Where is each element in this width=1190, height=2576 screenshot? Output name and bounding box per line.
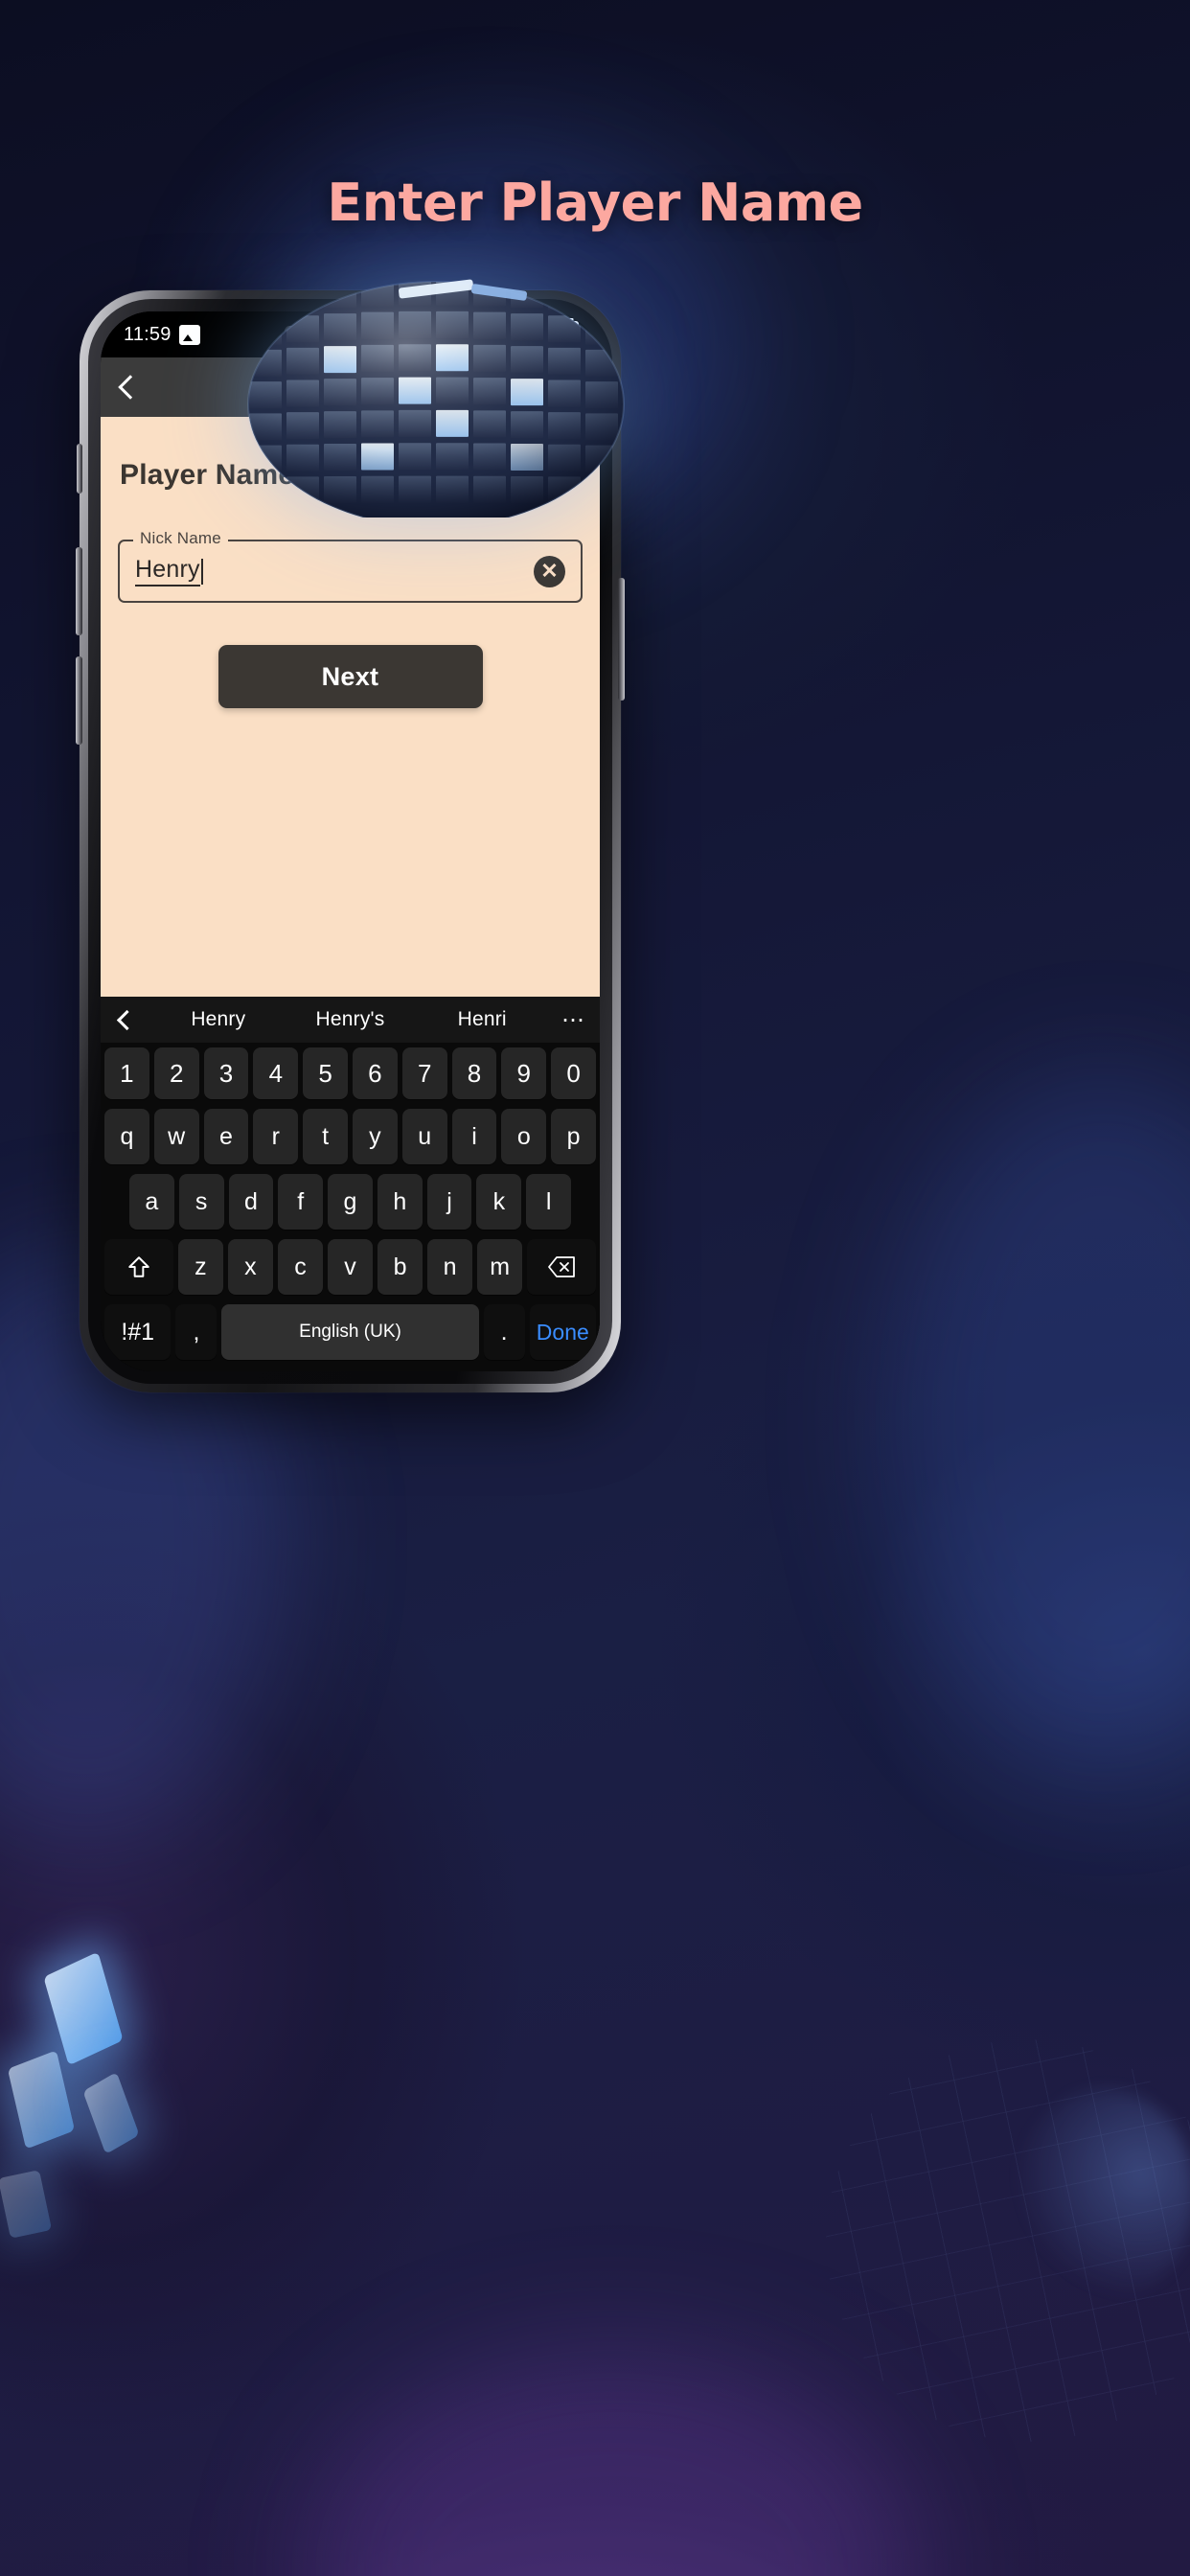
key-n[interactable]: n (427, 1239, 473, 1295)
period-key[interactable]: . (483, 1304, 525, 1360)
key-w[interactable]: w (153, 1109, 199, 1164)
suggestion-bar: Henry Henry's Henri ⋯ (101, 997, 600, 1043)
backspace-key[interactable] (527, 1239, 596, 1295)
key-p[interactable]: p (551, 1109, 596, 1164)
key-t[interactable]: t (303, 1109, 348, 1164)
key-6[interactable]: 6 (353, 1047, 398, 1099)
shift-key[interactable] (104, 1239, 173, 1295)
comma-key[interactable]: , (175, 1304, 217, 1360)
nick-name-field[interactable]: Nick Name Henry ✕ (118, 529, 583, 603)
keyboard-row-function: !#1 , English (UK) . Done (101, 1300, 600, 1365)
suggestion-item[interactable]: Henry (152, 1008, 285, 1031)
key-o[interactable]: o (501, 1109, 547, 1164)
status-bar-clock: 11:59 (124, 323, 172, 345)
space-key[interactable]: English (UK) (221, 1304, 479, 1360)
text-caret (200, 558, 203, 585)
nick-name-input[interactable]: Henry (135, 556, 200, 586)
next-button[interactable]: Next (217, 645, 483, 708)
phone-mute-switch[interactable] (77, 444, 82, 494)
key-z[interactable]: z (177, 1239, 223, 1295)
key-8[interactable]: 8 (451, 1047, 497, 1099)
key-q[interactable]: q (104, 1109, 149, 1164)
key-k[interactable]: k (476, 1174, 522, 1230)
suggestion-back-button[interactable] (101, 1009, 152, 1030)
key-5[interactable]: 5 (303, 1047, 348, 1099)
next-button-row: Next (118, 645, 583, 708)
phone-volume-down-button[interactable] (76, 656, 82, 745)
on-screen-keyboard: Henry Henry's Henri ⋯ 1234567890 qwertyu… (101, 997, 600, 1371)
key-v[interactable]: v (327, 1239, 374, 1295)
done-key[interactable]: Done (529, 1304, 596, 1360)
headline: Enter Player Name (327, 172, 863, 233)
key-f[interactable]: f (278, 1174, 324, 1230)
phone-volume-up-button[interactable] (76, 547, 82, 635)
suggestion-list: Henry Henry's Henri (152, 1008, 548, 1031)
ellipsis-icon[interactable]: ⋯ (548, 1006, 600, 1034)
backspace-icon (548, 1256, 575, 1277)
image-icon (178, 324, 200, 345)
key-1[interactable]: 1 (104, 1047, 149, 1099)
key-4[interactable]: 4 (253, 1047, 299, 1099)
phone-power-button[interactable] (618, 578, 625, 701)
keyboard-row-top: qwertyuiop (101, 1104, 600, 1169)
status-bar-left: 11:59 (101, 324, 200, 346)
key-b[interactable]: b (378, 1239, 423, 1295)
key-c[interactable]: c (277, 1239, 323, 1295)
disco-ball-icon (220, 259, 642, 518)
suggestion-item[interactable]: Henri (416, 1008, 548, 1031)
key-3[interactable]: 3 (203, 1047, 249, 1099)
key-r[interactable]: r (253, 1109, 299, 1164)
key-u[interactable]: u (401, 1109, 447, 1164)
keyboard-row-home: asdfghjkl (101, 1169, 600, 1234)
key-i[interactable]: i (451, 1109, 497, 1164)
key-d[interactable]: d (228, 1174, 274, 1230)
nick-name-field-label: Nick Name (133, 529, 228, 548)
key-x[interactable]: x (227, 1239, 273, 1295)
key-2[interactable]: 2 (153, 1047, 199, 1099)
shift-arrow-icon (128, 1256, 149, 1277)
key-g[interactable]: g (328, 1174, 373, 1230)
key-9[interactable]: 9 (501, 1047, 547, 1099)
clear-circle-icon[interactable]: ✕ (534, 555, 565, 587)
keyboard-row-numbers: 1234567890 (101, 1043, 600, 1104)
key-a[interactable]: a (128, 1174, 174, 1230)
key-7[interactable]: 7 (401, 1047, 447, 1099)
back-button[interactable] (101, 375, 160, 400)
chevron-left-icon (116, 1009, 137, 1030)
key-0[interactable]: 0 (551, 1047, 596, 1099)
key-e[interactable]: e (203, 1109, 249, 1164)
suggestion-item[interactable]: Henry's (285, 1008, 417, 1031)
key-m[interactable]: m (477, 1239, 523, 1295)
key-l[interactable]: l (526, 1174, 572, 1230)
key-h[interactable]: h (377, 1174, 423, 1230)
symbols-key[interactable]: !#1 (104, 1304, 172, 1360)
keyboard-row-bottom: zxcvbnm (101, 1234, 600, 1300)
key-s[interactable]: s (178, 1174, 224, 1230)
key-y[interactable]: y (353, 1109, 398, 1164)
key-j[interactable]: j (426, 1174, 472, 1230)
chevron-left-icon (118, 375, 143, 400)
